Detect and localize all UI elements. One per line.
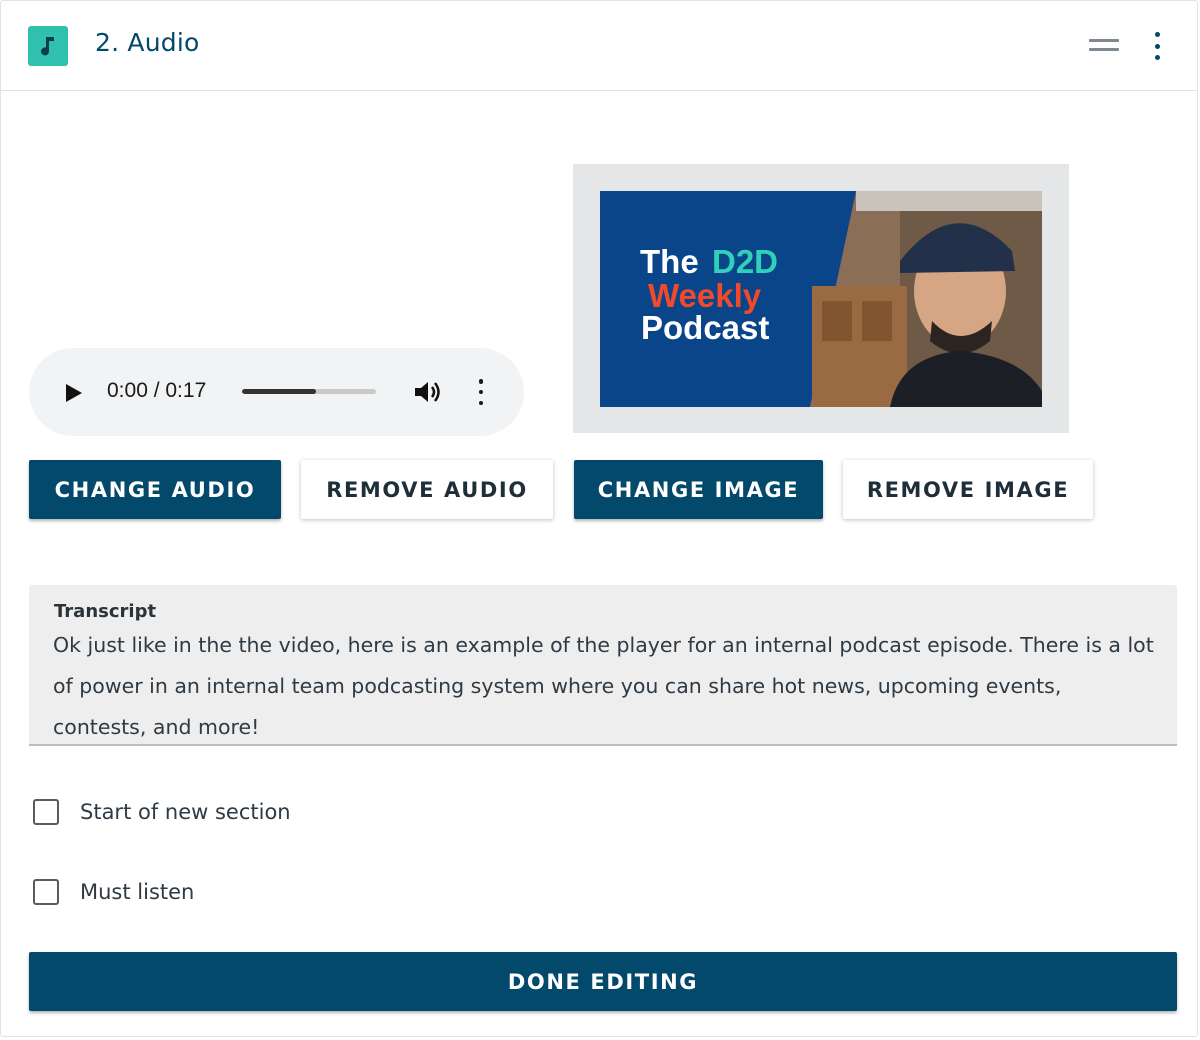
cover-text-d2d: D2D [712,243,778,280]
must-listen-checkbox[interactable] [33,879,59,905]
volume-icon[interactable] [413,379,443,409]
cover-image: The D2D Weekly Podcast [600,191,1042,407]
more-options-icon[interactable] [1146,29,1168,63]
audio-time-readout: 0:00 / 0:17 [107,379,207,402]
cover-text-the: The [640,243,699,280]
music-note-icon [28,26,68,66]
change-audio-button[interactable]: CHANGE AUDIO [29,460,281,519]
play-icon[interactable] [65,383,83,407]
transcript-label: Transcript [54,601,157,622]
drag-handle-icon[interactable] [1089,37,1119,53]
audio-block-card: 2. Audio 0:00 / 0:17 The D2D Weekly Podc… [0,0,1198,1037]
audio-seek-fill [242,389,316,394]
block-title: 2. Audio [95,28,200,57]
must-listen-label: Must listen [80,880,195,904]
start-new-section-checkbox[interactable] [33,799,59,825]
must-listen-option[interactable]: Must listen [33,877,194,907]
audio-seek-bar[interactable] [242,389,376,394]
player-more-icon[interactable] [476,379,486,405]
cover-text-podcast: Podcast [641,309,769,346]
block-header: 2. Audio [1,1,1197,91]
change-image-button[interactable]: CHANGE IMAGE [574,460,823,519]
done-editing-button[interactable]: DONE EDITING [29,952,1177,1011]
start-new-section-option[interactable]: Start of new section [33,797,291,827]
start-new-section-label: Start of new section [80,800,291,824]
transcript-field[interactable]: Transcript Ok just like in the the video… [29,585,1177,746]
remove-audio-button[interactable]: REMOVE AUDIO [301,460,553,519]
remove-image-button[interactable]: REMOVE IMAGE [843,460,1093,519]
transcript-text[interactable]: Ok just like in the the video, here is a… [53,625,1158,748]
